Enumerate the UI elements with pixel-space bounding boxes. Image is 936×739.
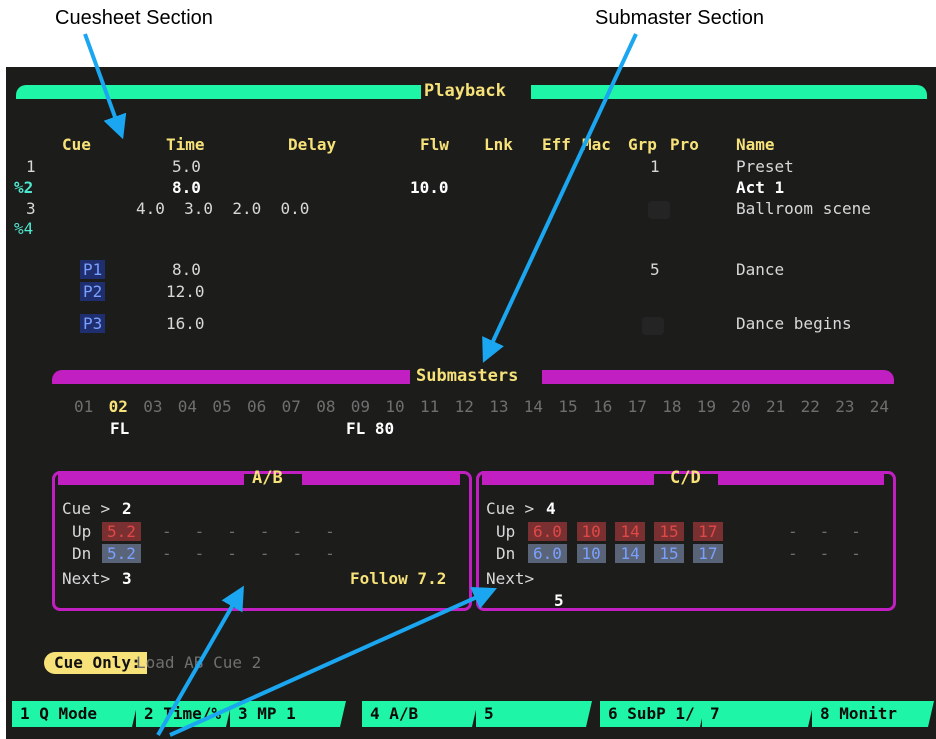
- cuesheet-arrow: [83, 33, 127, 140]
- submaster-arrow: [482, 33, 638, 363]
- callout-arrows: [83, 33, 638, 737]
- ab-arrow: [156, 585, 244, 736]
- cd-arrow: [169, 586, 497, 737]
